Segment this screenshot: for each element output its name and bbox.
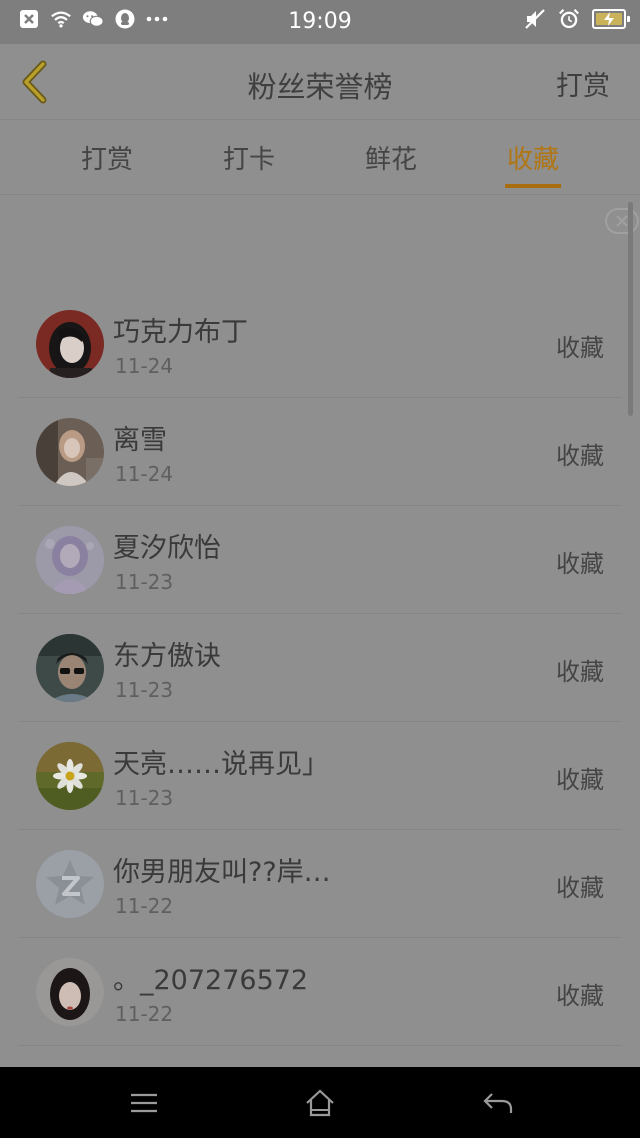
mute-icon — [524, 8, 546, 30]
list-item[interactable]: 巧克力布丁 11-24 收藏 — [18, 290, 622, 398]
fan-name: 东方傲诀 — [113, 641, 221, 672]
home-button[interactable] — [300, 1085, 340, 1121]
alarm-icon — [558, 8, 580, 30]
tab-flowers[interactable]: 鲜花 — [351, 139, 431, 176]
menu-button[interactable] — [124, 1085, 164, 1121]
fan-list: 巧克力布丁 11-24 收藏 离雪 11-24 收藏 夏汐欣怡 11-23 收藏… — [18, 290, 622, 1046]
action-tag: 收藏 — [556, 334, 604, 362]
menu-icon — [131, 1093, 157, 1113]
home-icon — [306, 1089, 334, 1117]
fan-name: 巧克力布丁 — [113, 317, 248, 348]
action-tag: 收藏 — [556, 874, 604, 902]
fan-date: 11-23 — [115, 786, 174, 810]
avatar — [36, 418, 104, 486]
action-tag: 收藏 — [556, 550, 604, 578]
tab-favorites[interactable]: 收藏 — [493, 139, 573, 176]
close-banner-button[interactable] — [605, 208, 639, 234]
action-tag: 收藏 — [556, 442, 604, 470]
back-nav-icon — [483, 1093, 513, 1113]
tab-checkin[interactable]: 打卡 — [209, 139, 289, 176]
avatar — [36, 850, 104, 918]
fan-name: 离雪 — [113, 425, 167, 456]
avatar — [36, 958, 104, 1026]
action-tag: 收藏 — [556, 658, 604, 686]
page-title: 粉丝荣誉榜 — [247, 70, 393, 104]
scrollbar[interactable] — [628, 202, 633, 416]
list-item[interactable]: 离雪 11-24 收藏 — [18, 398, 622, 506]
fan-name: 夏汐欣怡 — [113, 533, 221, 564]
close-icon — [616, 215, 628, 227]
status-bar: 19:09 — [0, 0, 640, 44]
fan-date: 11-23 — [115, 570, 174, 594]
reward-button[interactable]: 打赏 — [556, 64, 610, 103]
tab-reward[interactable]: 打赏 — [67, 139, 147, 176]
fan-date: 11-23 — [115, 678, 174, 702]
active-tab-indicator — [505, 184, 561, 188]
avatar — [36, 634, 104, 702]
top-app-bar: 粉丝荣誉榜 打赏 — [0, 44, 640, 120]
fan-date: 11-22 — [115, 894, 174, 918]
tab-bar: 打赏 打卡 鲜花 收藏 — [0, 121, 640, 195]
system-nav-bar — [0, 1067, 640, 1138]
action-tag: 收藏 — [556, 766, 604, 794]
fan-date: 11-24 — [115, 462, 174, 486]
list-item[interactable]: 你男朋友叫??岸… 11-22 收藏 — [18, 830, 622, 938]
fan-date: 11-22 — [115, 1002, 174, 1026]
action-tag: 收藏 — [556, 982, 604, 1010]
list-item[interactable]: 东方傲诀 11-23 收藏 — [18, 614, 622, 722]
fan-date: 11-24 — [115, 354, 174, 378]
avatar — [36, 742, 104, 810]
list-item[interactable]: 。_207276572 11-22 收藏 — [18, 938, 622, 1046]
list-item[interactable]: 夏汐欣怡 11-23 收藏 — [18, 506, 622, 614]
avatar — [36, 526, 104, 594]
fan-name: 天亮……说再见」 — [113, 749, 329, 780]
battery-charging-icon — [592, 9, 630, 29]
fan-name: 你男朋友叫??岸… — [113, 857, 331, 888]
fan-name: 。_207276572 — [113, 965, 309, 996]
back-nav-button[interactable] — [478, 1085, 518, 1121]
list-item[interactable]: 天亮……说再见」 11-23 收藏 — [18, 722, 622, 830]
avatar — [36, 310, 104, 378]
